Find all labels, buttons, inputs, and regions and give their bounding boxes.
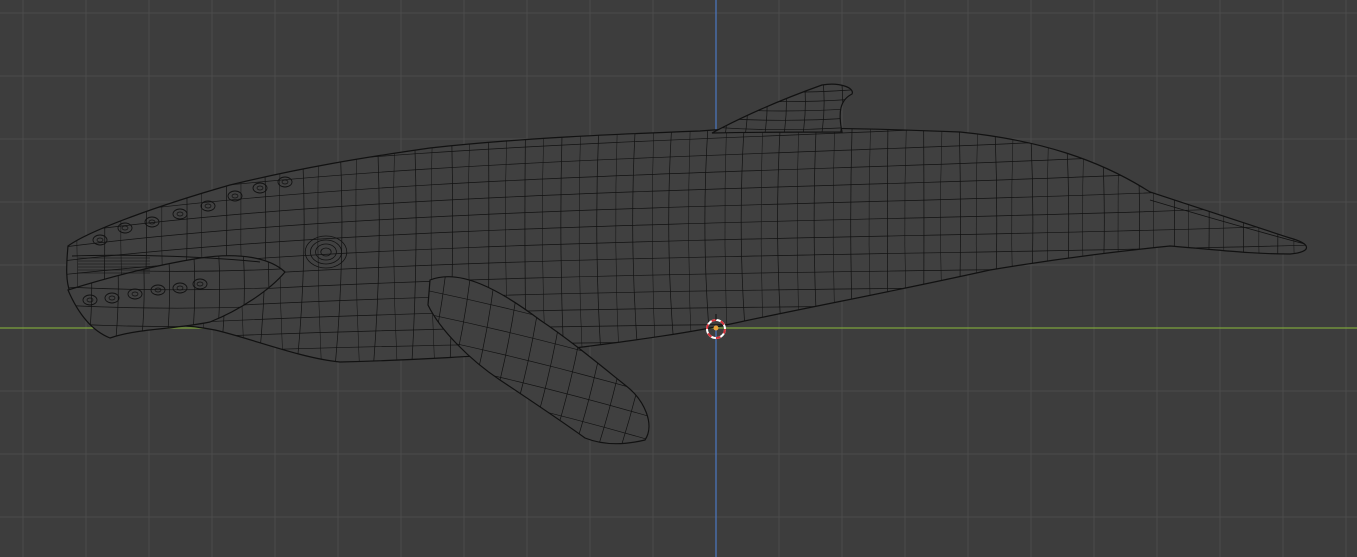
whale-body[interactable]	[60, 65, 1332, 385]
whale-mesh[interactable]	[60, 65, 1332, 490]
origin-point	[713, 325, 719, 331]
wire-edge	[66, 358, 1307, 362]
wire-edge	[60, 376, 1312, 385]
viewport-canvas[interactable]	[0, 0, 1357, 557]
body-surface	[66, 128, 1307, 362]
whale-dorsal-fin[interactable]	[704, 80, 862, 139]
wire-edge	[859, 80, 862, 136]
wire-edge	[704, 80, 707, 136]
object-origin-icon	[713, 325, 719, 331]
wire-edge	[66, 340, 1307, 358]
wire-edge	[705, 80, 860, 83]
wire-edge	[1329, 125, 1333, 365]
3d-viewport[interactable]	[0, 0, 1357, 557]
dorsal-surface	[712, 84, 853, 133]
